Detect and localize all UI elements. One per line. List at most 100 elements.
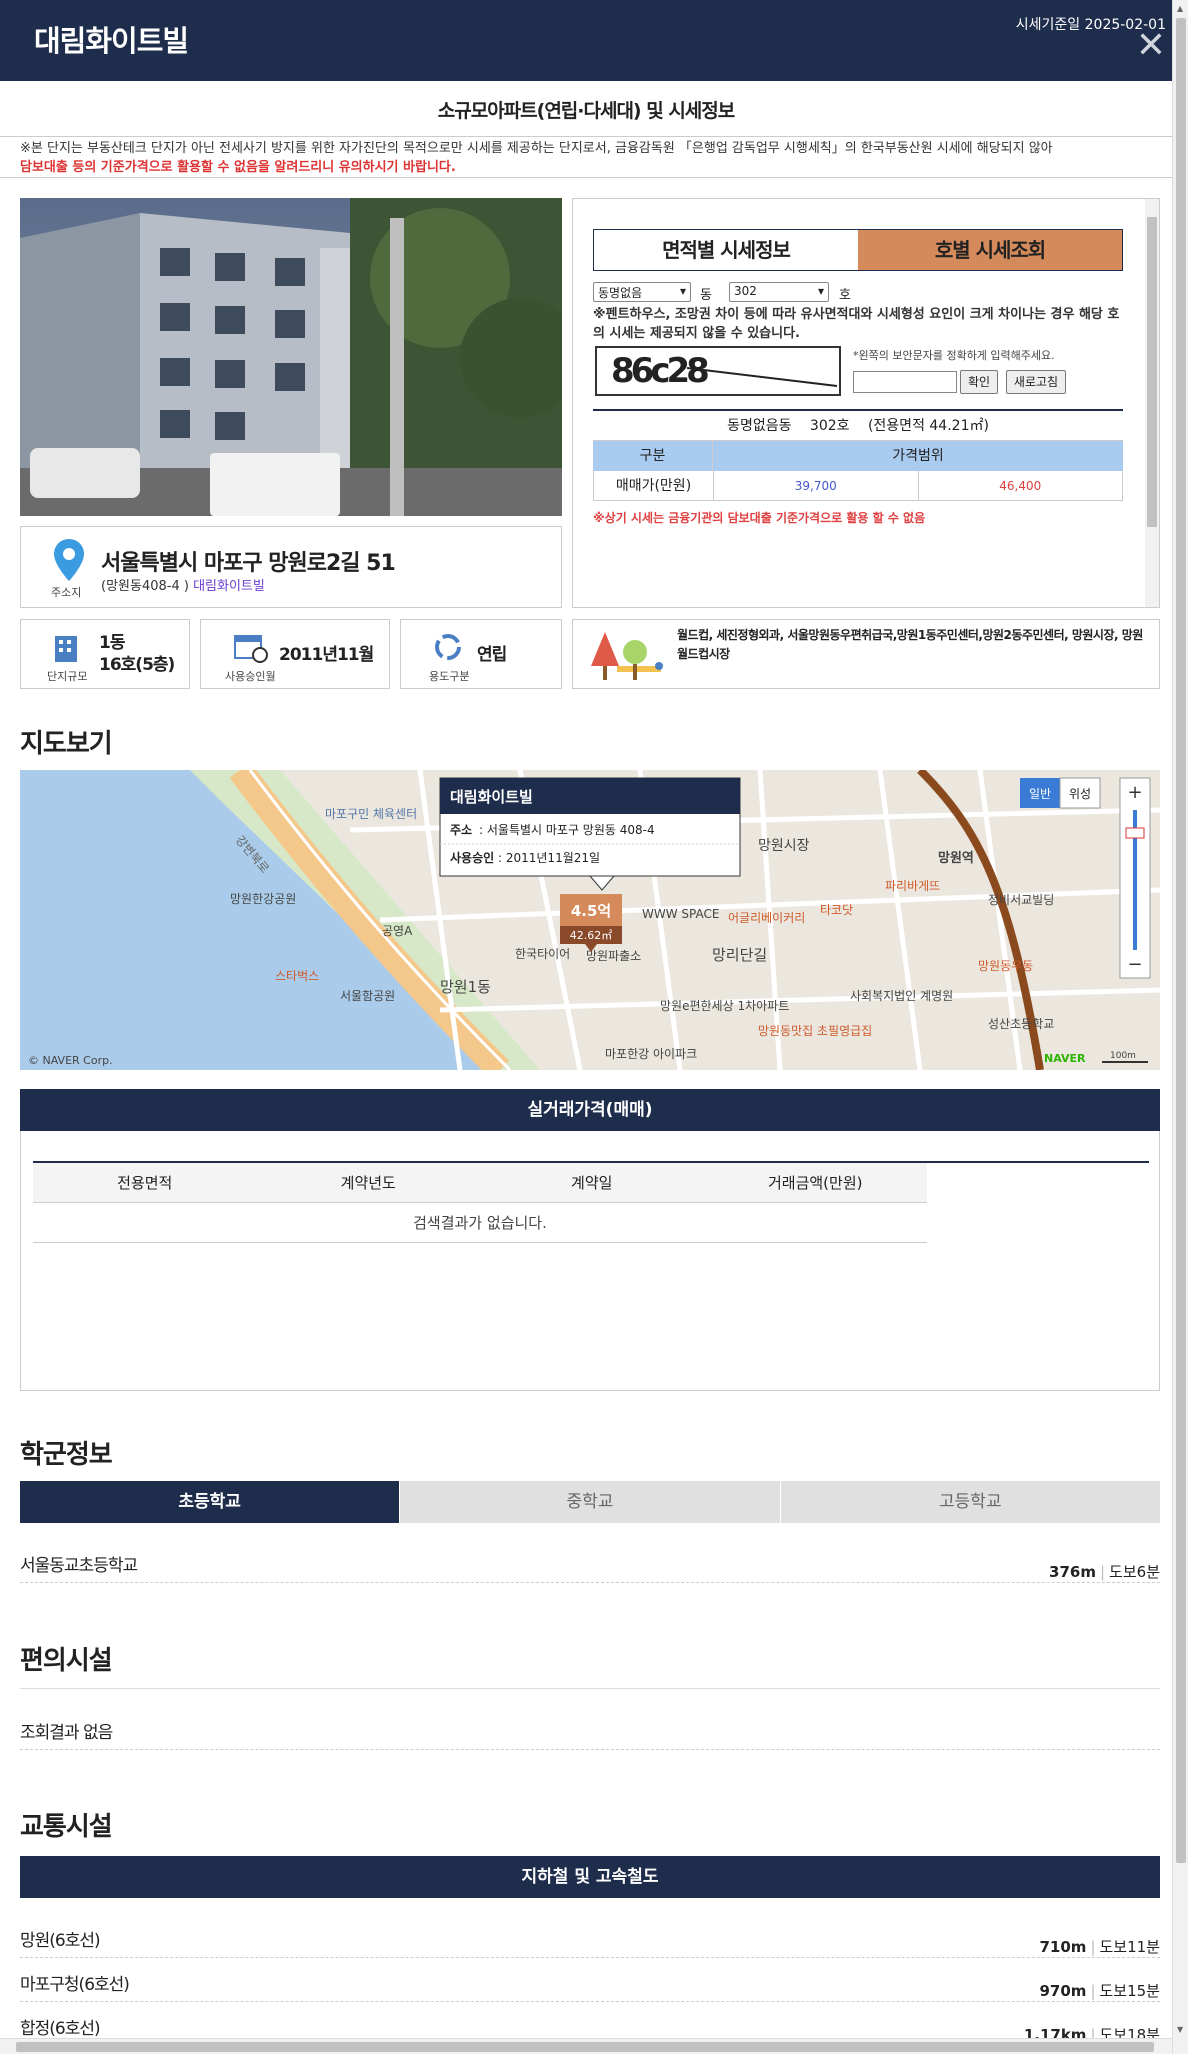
map-section-title: 지도보기	[20, 729, 113, 759]
map-label-12: 망리단길	[712, 946, 767, 964]
map-view[interactable]: 망원한강공원 스타벅스 서울함공원 공영A 한국타이어 망원1동 망원파출소 W…	[20, 770, 1160, 1070]
close-icon[interactable]: ✕	[1136, 28, 1166, 64]
dong-select[interactable]: 동명없음 ▾	[593, 282, 691, 302]
vertical-scrollbar[interactable]: ▲ ▼	[1172, 0, 1188, 2054]
price-table-caption: 동명없음동 302호 (전용면적 44.21㎡)	[593, 411, 1123, 441]
captcha-input[interactable]	[853, 371, 957, 393]
school-item: 서울동교초등학교 376m | 도보6분	[20, 1543, 1160, 1583]
map-label-17: 망원동우동	[978, 959, 1033, 973]
map-label-13: 망원e편한세상 1차아파트	[660, 999, 789, 1013]
chevron-down-icon: ▾	[817, 284, 824, 298]
col-amount: 거래금액(만원)	[767, 1174, 863, 1192]
price-tabs: 면적별 시세정보 호별 시세조회	[593, 229, 1123, 271]
calendar-icon	[233, 630, 269, 668]
divider	[20, 1688, 1160, 1689]
horizontal-scrollbar[interactable]	[0, 2038, 1172, 2054]
info-scale: 단지규모 1동 16호(5층)	[20, 619, 190, 689]
complex-title: 대림화이트빌	[34, 24, 189, 58]
tab-middle[interactable]: 중학교	[399, 1481, 780, 1523]
deal-table-header: 전용면적 계약년도 계약일 거래금액(만원)	[33, 1163, 927, 1203]
tab-unit-price[interactable]: 호별 시세조회	[858, 230, 1122, 270]
price-table: 동명없음동 302호 (전용면적 44.21㎡) 구분 가격범위 매매가(만원)…	[593, 409, 1123, 501]
station-walk: 도보11분	[1099, 1938, 1161, 1956]
page-subtitle: 소규모아파트(연립·다세대) 및 시세정보	[437, 100, 736, 122]
col-gubun: 구분	[593, 441, 713, 471]
info-approval: 사용승인월 2011년11월	[200, 619, 390, 689]
popup-date-label: 사용승인	[450, 850, 494, 865]
notice-line-1: ※본 단지는 부동산테크 단지가 아닌 전세사기 방지를 위한 자가진단의 목적…	[20, 141, 1053, 156]
scroll-down-icon[interactable]: ▼	[1177, 2025, 1183, 2034]
station-name: 망원(6호선)	[20, 1931, 101, 1951]
popup-addr: : 서울특별시 마포구 망원동 408-4	[479, 823, 655, 837]
popup-date: : 2011년11월21일	[498, 851, 600, 865]
info-scale-units: 16호(5층)	[99, 655, 175, 675]
panel-scrollbar[interactable]	[1145, 199, 1159, 607]
scroll-up-icon[interactable]: ▲	[1177, 4, 1183, 13]
map-label-7: WWW SPACE	[642, 907, 719, 921]
map-type-normal: 일반	[1029, 787, 1051, 801]
map-label-1: 스타벅스	[275, 969, 319, 983]
marker-area: 42.62㎡	[570, 929, 613, 942]
map-label-10: 파리바게뜨	[885, 879, 940, 893]
map-label-3: 공영A	[382, 924, 413, 938]
map-label-2: 서울함공원	[340, 989, 395, 1003]
map-copyright: © NAVER Corp.	[28, 1054, 113, 1067]
page: { "header": {"title": "대림화이트빌", "date": …	[0, 0, 1188, 2054]
recycle-icon	[433, 632, 463, 666]
confirm-button[interactable]: 확인	[960, 370, 998, 394]
transit-item: 망원(6호선) 710m | 도보11분	[20, 1918, 1160, 1958]
col-range: 가격범위	[892, 448, 944, 464]
map-canvas: 망원한강공원 스타벅스 서울함공원 공영A 한국타이어 망원1동 망원파출소 W…	[20, 770, 1160, 1070]
price-low: 39,700	[714, 471, 919, 500]
station-walk: 도보15분	[1099, 1982, 1161, 2000]
station-name: 마포구청(6호선)	[20, 1975, 130, 1995]
school-name: 서울동교초등학교	[20, 1556, 138, 1576]
tab-elementary[interactable]: 초등학교	[20, 1481, 400, 1523]
ho-suffix: 호	[839, 288, 851, 303]
header-bar: 대림화이트빌 시세기준일 2025-02-01 ✕	[0, 0, 1172, 81]
ho-select[interactable]: 302 ▾	[729, 282, 829, 302]
lot-address: (망원동408-4 ) 대림화이트빌	[101, 575, 265, 594]
price-panel: 면적별 시세정보 호별 시세조회 동명없음 ▾ 동 302 ▾ 호 ※펜트하우스, …	[572, 198, 1160, 608]
map-label-8: 어글리베이커리	[728, 911, 805, 925]
captcha-note: *왼쪽의 보안문자를 정확하게 입력해주세요.	[853, 349, 1055, 362]
map-label-11: 망원시장	[758, 838, 810, 854]
refresh-button[interactable]: 새로고침	[1006, 370, 1066, 394]
popup-title: 대림화이트빌	[450, 788, 533, 806]
info-use-value: 연립	[477, 645, 507, 665]
deal-box: 전용면적 계약년도 계약일 거래금액(만원) 검색결과가 없습니다.	[20, 1131, 1160, 1391]
price-table-row: 매매가(만원) 39,700 46,400	[593, 471, 1123, 501]
transit-bar: 지하철 및 고속철도	[20, 1856, 1160, 1898]
complex-link[interactable]: 대림화이트빌	[193, 579, 265, 594]
info-approval-value: 2011년11월	[279, 645, 374, 665]
hscroll-thumb[interactable]	[16, 2042, 1154, 2052]
building-icon	[51, 632, 81, 666]
marker-price: 4.5억	[571, 902, 611, 920]
station-distance: 710m | 도보11분	[1039, 1938, 1161, 1956]
tab-area-price[interactable]: 면적별 시세정보	[594, 230, 858, 270]
price-footnote: ※상기 시세는 금융기관의 담보대출 기준가격으로 활용 할 수 없음	[593, 511, 926, 525]
map-label-22: 마포한강 아이파크	[605, 1047, 697, 1061]
tab-high[interactable]: 고등학교	[779, 1481, 1160, 1523]
scroll-thumb[interactable]	[1176, 18, 1186, 1863]
map-label-20: 마포구민 체육센터	[325, 807, 417, 821]
info-scale-label: 단지규모	[47, 670, 88, 683]
penthouse-warning: ※펜트하우스, 조망권 차이 등에 따라 유사면적대와 시세형성 요인이 크게 …	[593, 307, 1120, 341]
building-photo	[20, 198, 562, 516]
school-dist: 376m	[1049, 1563, 1096, 1581]
school-walk: 도보6분	[1109, 1563, 1160, 1581]
dong-select-value: 동명없음	[598, 286, 643, 300]
station-name: 합정(6호선)	[20, 2019, 101, 2039]
popup-addr-label: 주소	[450, 823, 472, 837]
notice-line-2: 담보대출 등의 기준가격으로 활용할 수 없음을 알려드리니 유의하시기 바랍니…	[20, 160, 456, 175]
map-label-16: 성산초등학교	[988, 1017, 1054, 1031]
lot-number: (망원동408-4 )	[101, 579, 189, 594]
price-high: 46,400	[999, 479, 1042, 493]
naver-logo: NAVER	[1044, 1052, 1086, 1065]
transit-section-title: 교통시설	[20, 1812, 113, 1842]
deal-empty-row: 검색결과가 없습니다.	[33, 1203, 927, 1243]
zoom-in-icon: +	[1127, 782, 1142, 803]
map-label-6: 망원파출소	[586, 949, 641, 963]
col-area: 전용면적	[117, 1174, 173, 1192]
map-label-15: 망원동맛집 초필영급집	[758, 1024, 872, 1038]
